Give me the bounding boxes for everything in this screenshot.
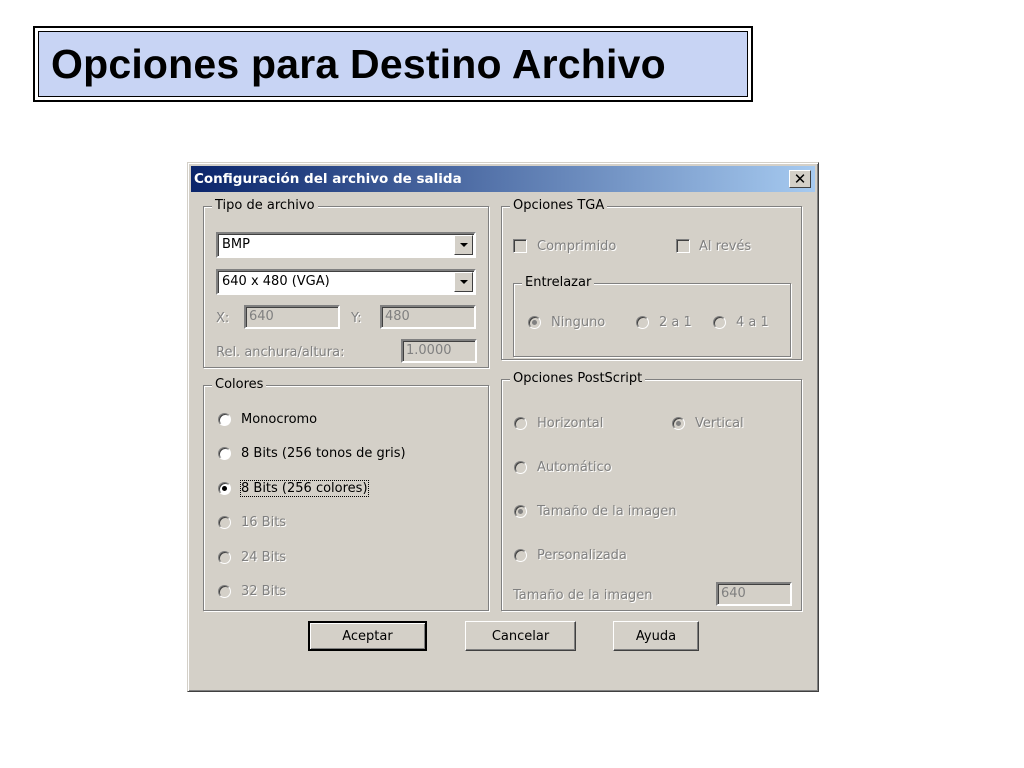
horizontal-label[interactable]: Horizontal <box>537 416 603 431</box>
interlace-4to1-label[interactable]: 4 a 1 <box>736 315 769 330</box>
accept-button-label: Aceptar <box>342 628 393 644</box>
16bit-radio[interactable] <box>218 516 231 529</box>
8bit-color-label[interactable]: 8 Bits (256 colores) <box>240 480 369 497</box>
interlace-4to1-radio[interactable] <box>713 316 726 329</box>
accept-button[interactable]: Aceptar <box>308 621 427 651</box>
interlace-group: Entrelazar Ninguno 2 a 1 4 a 1 <box>513 275 791 357</box>
tga-options-legend: Opciones TGA <box>510 198 608 213</box>
monochrome-radio[interactable] <box>218 413 231 426</box>
slide-title-background: Opciones para Destino Archivo <box>38 31 748 97</box>
dialog-titlebar[interactable]: Configuración del archivo de salida ✕ <box>191 166 815 192</box>
32bit-label[interactable]: 32 Bits <box>241 584 286 599</box>
interlace-2to1-radio[interactable] <box>636 316 649 329</box>
radio-selected-dot <box>676 421 681 426</box>
image-size-label: Tamaño de la imagen <box>513 588 653 603</box>
interlace-none-label[interactable]: Ninguno <box>551 315 605 330</box>
interlace-2to1-label[interactable]: 2 a 1 <box>659 315 692 330</box>
cancel-button[interactable]: Cancelar <box>465 621 576 651</box>
chevron-down-icon <box>459 243 468 247</box>
resolution-value: 640 x 480 (VGA) <box>222 274 330 289</box>
close-button[interactable]: ✕ <box>789 170 811 188</box>
16bit-label[interactable]: 16 Bits <box>241 515 286 530</box>
cancel-button-label: Cancelar <box>491 628 550 644</box>
file-format-value: BMP <box>222 237 250 252</box>
y-label: Y: <box>351 311 362 326</box>
automatic-label[interactable]: Automático <box>537 460 612 475</box>
aspect-ratio-field[interactable]: 1.0000 <box>401 339 477 363</box>
output-file-settings-dialog: Configuración del archivo de salida ✕ Ti… <box>187 162 819 692</box>
32bit-radio[interactable] <box>218 585 231 598</box>
colors-group: Colores Monocromo 8 Bits (256 tonos de g… <box>203 377 489 611</box>
dialog-title: Configuración del archivo de salida <box>194 171 462 187</box>
image-size-option-label[interactable]: Tamaño de la imagen <box>537 504 677 519</box>
postscript-options-legend: Opciones PostScript <box>510 371 646 386</box>
x-label: X: <box>216 311 230 326</box>
file-type-group: Tipo de archivo BMP 640 x 480 (VGA) X: 6… <box>203 198 489 368</box>
24bit-radio[interactable] <box>218 551 231 564</box>
y-field[interactable]: 480 <box>380 305 476 329</box>
tga-options-group: Opciones TGA Comprimido Al revés Entrela… <box>501 198 802 360</box>
8bit-color-radio[interactable] <box>218 482 231 495</box>
close-icon: ✕ <box>793 169 807 188</box>
8bit-gray-radio[interactable] <box>218 447 231 460</box>
image-size-field[interactable]: 640 <box>716 582 792 606</box>
custom-radio[interactable] <box>514 549 527 562</box>
slide-title: Opciones para Destino Archivo <box>51 40 666 87</box>
chevron-down-icon <box>459 280 468 284</box>
vertical-radio[interactable] <box>672 417 685 430</box>
file-format-dropdown-button[interactable] <box>454 235 473 255</box>
radio-selected-dot <box>518 509 523 514</box>
reversed-label[interactable]: Al revés <box>699 239 751 254</box>
compressed-label[interactable]: Comprimido <box>537 239 616 254</box>
automatic-radio[interactable] <box>514 461 527 474</box>
reversed-checkbox[interactable] <box>676 239 690 253</box>
x-field[interactable]: 640 <box>244 305 340 329</box>
radio-selected-dot <box>532 320 537 325</box>
interlace-legend: Entrelazar <box>522 275 595 290</box>
file-type-legend: Tipo de archivo <box>212 198 318 213</box>
compressed-checkbox[interactable] <box>513 239 527 253</box>
resolution-dropdown-button[interactable] <box>454 272 473 292</box>
file-format-dropdown[interactable]: BMP <box>216 232 476 258</box>
24bit-label[interactable]: 24 Bits <box>241 550 286 565</box>
radio-selected-dot <box>222 486 227 491</box>
interlace-none-radio[interactable] <box>528 316 541 329</box>
colors-legend: Colores <box>212 377 267 392</box>
image-size-radio[interactable] <box>514 505 527 518</box>
help-button[interactable]: Ayuda <box>613 621 699 651</box>
8bit-gray-label[interactable]: 8 Bits (256 tonos de gris) <box>241 446 406 461</box>
aspect-ratio-label: Rel. anchura/altura: <box>216 345 345 360</box>
help-button-label: Ayuda <box>635 628 677 644</box>
horizontal-radio[interactable] <box>514 417 527 430</box>
resolution-dropdown[interactable]: 640 x 480 (VGA) <box>216 269 476 295</box>
vertical-label[interactable]: Vertical <box>695 416 744 431</box>
postscript-options-group: Opciones PostScript Horizontal Vertical … <box>501 371 802 611</box>
slide-title-box: Opciones para Destino Archivo <box>33 26 753 102</box>
custom-label[interactable]: Personalizada <box>537 548 627 563</box>
monochrome-label[interactable]: Monocromo <box>241 412 317 427</box>
